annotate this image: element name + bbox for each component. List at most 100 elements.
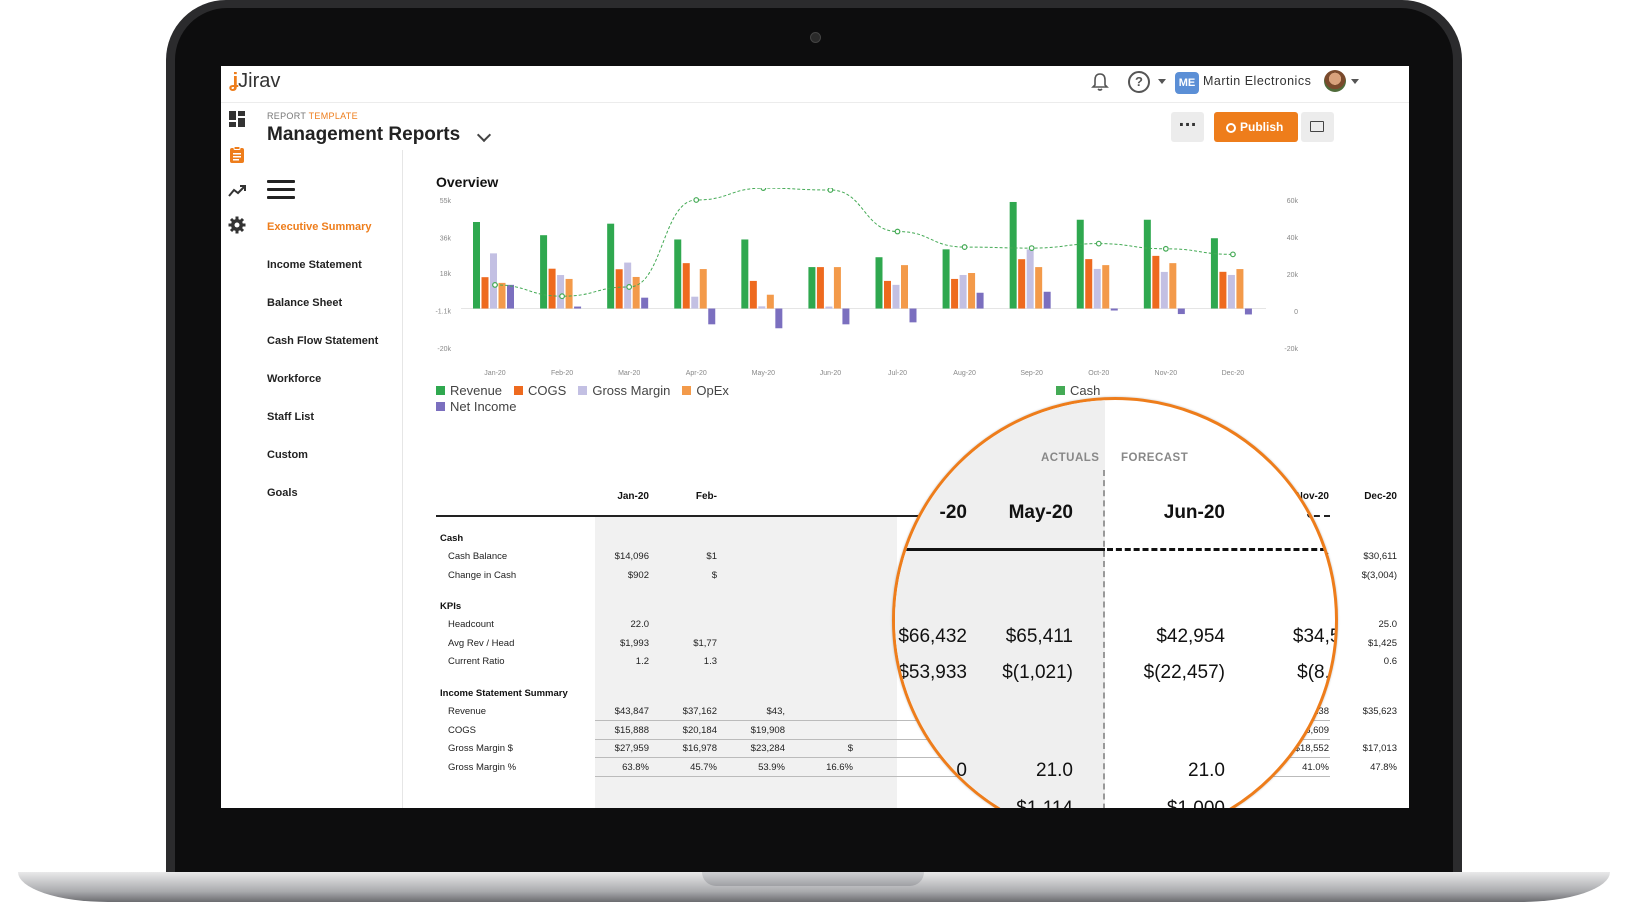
bar-net-income	[1177, 308, 1185, 315]
bar-revenue	[1009, 201, 1017, 309]
table-cell: $1	[706, 551, 717, 562]
lens-value: $42,954	[1156, 626, 1225, 647]
nav-item-custom[interactable]: Custom	[267, 449, 308, 461]
legend-item[interactable]: Revenue	[436, 382, 502, 398]
org-badge[interactable]: ME	[1175, 72, 1199, 94]
section-label: Income Statement Summary	[440, 688, 568, 699]
app-logo[interactable]: ʝJirav	[229, 70, 280, 93]
webcam	[810, 32, 821, 43]
legend-swatch	[436, 385, 445, 395]
bar-gross-margin	[959, 274, 967, 309]
bar-opex	[632, 276, 640, 309]
column-header: Dec-20	[1364, 491, 1397, 502]
bar-revenue	[473, 222, 480, 309]
legend-item[interactable]: COGS	[514, 382, 566, 398]
cash-point	[1162, 245, 1169, 252]
avatar[interactable]	[1324, 70, 1346, 92]
x-tick-label: Oct-20	[1088, 370, 1109, 377]
column-header: Jan-20	[617, 491, 649, 502]
y-right-tick-label: 40k	[1287, 235, 1299, 242]
giraffe-logo-mark: ʝ	[229, 70, 239, 92]
table-cell: 25.0	[1378, 619, 1398, 631]
bar-net-income	[641, 297, 649, 309]
bar-revenue	[808, 267, 816, 309]
table-cell: 0.6	[1383, 656, 1397, 668]
table-cell: 16.6%	[826, 761, 853, 773]
nav-item-staff-list[interactable]: Staff List	[267, 411, 314, 423]
bar-net-income	[574, 306, 582, 309]
bar-opex	[1102, 265, 1110, 309]
chevron-down-icon[interactable]	[476, 127, 492, 143]
nav-item-workforce[interactable]: Workforce	[267, 373, 321, 385]
table-cell: 63.8%	[622, 761, 649, 773]
bar-gross-margin	[691, 296, 699, 309]
legend-label: Cash	[1070, 382, 1101, 398]
row-label: Avg Rev / Head	[448, 637, 515, 649]
table-cell: 47.8%	[1370, 761, 1397, 773]
y-left-tick-label: 36k	[440, 235, 452, 242]
bar-gross-margin	[490, 253, 497, 309]
legend-item[interactable]: OpEx	[682, 382, 729, 398]
legend-item[interactable]: Net Income	[436, 398, 516, 414]
bar-revenue	[607, 223, 615, 309]
bar-cogs	[1085, 259, 1093, 309]
clipboard-icon[interactable]	[228, 146, 246, 164]
bar-cogs	[682, 263, 690, 309]
row-label: COGS	[448, 724, 476, 736]
legend-label: Revenue	[450, 382, 503, 398]
comment-button[interactable]	[1301, 112, 1334, 142]
bar-net-income	[842, 308, 850, 325]
dashboard-icon[interactable]	[228, 110, 246, 128]
table-cell: $(3,004)	[1361, 569, 1397, 581]
chart-legend-cash: Cash	[1056, 382, 1100, 398]
cash-point	[1028, 245, 1035, 251]
cash-point	[492, 282, 498, 288]
cash-point	[894, 228, 901, 235]
nav-item-goals[interactable]: Goals	[267, 487, 298, 499]
template-label: REPORT TEMPLATE	[267, 111, 358, 121]
org-name[interactable]: Martin Electronics	[1203, 74, 1311, 88]
nav-item-cash-flow-statement[interactable]: Cash Flow Statement	[267, 335, 378, 347]
bar-net-income	[909, 308, 917, 323]
chevron-down-icon[interactable]	[1351, 79, 1359, 84]
icon-rail	[221, 102, 251, 808]
table-cell: $20,184	[682, 724, 717, 736]
table-cell: 1.3	[703, 656, 717, 668]
x-tick-label: Jun-20	[820, 370, 842, 377]
row-label: Cash Balance	[448, 551, 508, 562]
legend-item[interactable]: Cash	[1056, 382, 1100, 398]
page-title[interactable]: Management Reports	[267, 124, 460, 146]
bar-cogs	[1152, 255, 1160, 309]
bar-gross-margin	[758, 306, 766, 309]
hamburger-icon[interactable]	[267, 180, 295, 204]
bar-opex	[968, 273, 976, 309]
bar-gross-margin	[825, 306, 833, 309]
legend-swatch	[436, 401, 445, 411]
bar-revenue	[1210, 238, 1218, 309]
chevron-down-icon[interactable]	[1158, 79, 1166, 84]
bar-cogs	[884, 280, 891, 309]
nav-item-executive-summary[interactable]: Executive Summary	[267, 221, 372, 233]
nav-item-balance-sheet[interactable]: Balance Sheet	[267, 297, 342, 309]
legend-item[interactable]: Gross Margin	[578, 382, 670, 398]
nav-item-income-statement[interactable]: Income Statement	[267, 259, 362, 271]
section-label: Cash	[440, 533, 464, 544]
table-cell: $	[847, 743, 853, 755]
lens-value: $1,000	[1105, 798, 1225, 808]
bell-icon[interactable]	[1091, 72, 1109, 92]
column-header: Feb-	[695, 491, 717, 502]
cash-point	[626, 284, 633, 290]
bar-net-income	[507, 284, 514, 309]
row-label: Change in Cash	[448, 569, 517, 581]
x-tick-label: Jan-20	[484, 370, 506, 377]
lens-column-header: Jul-2	[1306, 502, 1335, 523]
gear-icon[interactable]	[228, 216, 246, 234]
bar-gross-margin	[1026, 249, 1034, 309]
legend-label: COGS	[528, 382, 567, 398]
actuals-label: ACTUALS	[1041, 452, 1100, 464]
trend-icon[interactable]	[228, 182, 246, 200]
more-button[interactable]: ···	[1171, 112, 1204, 142]
question-icon[interactable]: ?	[1128, 71, 1150, 93]
bar-revenue	[1076, 219, 1084, 309]
publish-button[interactable]: Publish	[1214, 112, 1298, 142]
